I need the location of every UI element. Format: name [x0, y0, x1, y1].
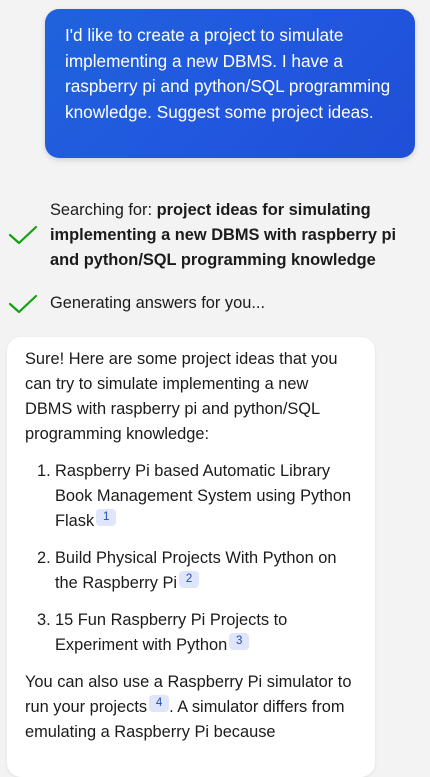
user-message-bubble: I'd like to create a project to simulate…	[45, 9, 415, 158]
searching-prefix: Searching for:	[50, 201, 157, 219]
searching-status-text: Searching for: project ideas for simulat…	[50, 198, 400, 273]
list-item-number: 3.	[37, 611, 51, 629]
list-item: 3. 15 Fun Raspberry Pi Projects to Exper…	[25, 608, 359, 658]
list-item: 2. Build Physical Projects With Python o…	[25, 546, 359, 596]
list-item-number: 2.	[37, 549, 51, 567]
user-message-text: I'd like to create a project to simulate…	[65, 25, 391, 122]
project-ideas-list: 1. Raspberry Pi based Automatic Library …	[25, 459, 359, 658]
citation-link[interactable]: 1	[96, 509, 117, 526]
generating-status-text: Generating answers for you...	[50, 294, 266, 312]
list-item-text: 15 Fun Raspberry Pi Projects to Experime…	[55, 611, 288, 654]
citation-link[interactable]: 2	[179, 571, 200, 588]
response-intro: Sure! Here are some project ideas that y…	[25, 350, 338, 443]
citation-link[interactable]: 4	[149, 695, 170, 712]
check-icon	[8, 225, 38, 245]
generating-status: Generating answers for you...	[0, 290, 430, 320]
searching-status: Searching for: project ideas for simulat…	[0, 198, 430, 276]
list-item: 1. Raspberry Pi based Automatic Library …	[25, 459, 359, 534]
citation-link[interactable]: 3	[229, 633, 250, 650]
response-outro: You can also use a Raspberry Pi simulato…	[25, 670, 359, 745]
check-icon	[8, 294, 38, 314]
list-item-number: 1.	[37, 462, 51, 480]
bot-response-card: Sure! Here are some project ideas that y…	[7, 337, 375, 777]
